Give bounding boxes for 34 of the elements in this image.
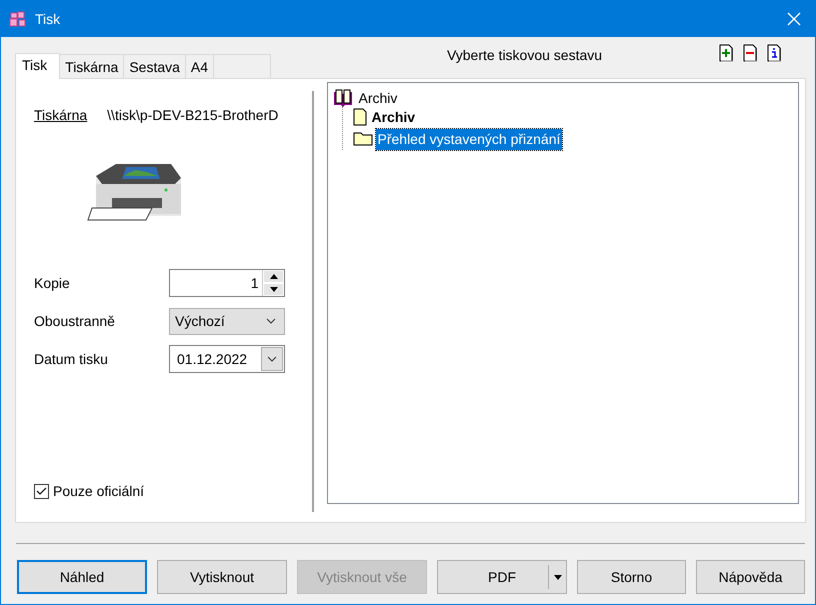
- tab[interactable]: Tisk: [15, 53, 60, 79]
- app-icon: [9, 10, 27, 28]
- dialog-button[interactable]: PDF: [437, 560, 567, 594]
- dialog-button[interactable]: Nápověda: [696, 560, 805, 594]
- book-icon: [332, 89, 354, 107]
- tree-item[interactable]: Archiv: [370, 106, 418, 128]
- dialog-button[interactable]: Storno: [577, 560, 686, 594]
- chevron-icon: [267, 356, 277, 362]
- info-document-icon[interactable]: [767, 44, 781, 62]
- chevron-icon: [266, 318, 276, 324]
- official-checkbox[interactable]: [34, 484, 49, 499]
- date-picker[interactable]: 01.12.2022: [169, 345, 285, 373]
- report-icon: [352, 108, 366, 126]
- copies-spinner[interactable]: 1: [169, 269, 285, 297]
- printer-link[interactable]: Tiskárna: [34, 105, 88, 126]
- close-icon[interactable]: [787, 12, 801, 26]
- spin-down-icon[interactable]: [263, 283, 284, 296]
- dropdown-button[interactable]: [261, 347, 283, 371]
- add-document-icon[interactable]: [719, 44, 733, 62]
- duplex-dropdown[interactable]: Výchozí: [169, 308, 285, 334]
- dialog-button[interactable]: Vytisknout: [157, 560, 287, 594]
- remove-document-icon[interactable]: [743, 44, 757, 62]
- spin-up-icon[interactable]: [263, 270, 284, 283]
- panel-title: Vyberte tiskovou sestavu: [446, 46, 602, 65]
- printer-path: \\tisk\p-DEV-B215-BrotherD: [107, 106, 280, 125]
- field-label: Datum tisku: [34, 350, 109, 368]
- folder-icon: [352, 132, 372, 146]
- tree-item[interactable]: Archiv: [356, 88, 400, 108]
- tree-item[interactable]: Přehled vystavených přiznání: [376, 128, 562, 150]
- window-title: Tisk: [35, 10, 62, 28]
- field-label: Kopie: [34, 274, 71, 293]
- checkbox-label: Pouze oficiální: [53, 482, 144, 501]
- dialog-button[interactable]: Náhled: [17, 560, 147, 594]
- field-label: Oboustranně: [34, 312, 116, 330]
